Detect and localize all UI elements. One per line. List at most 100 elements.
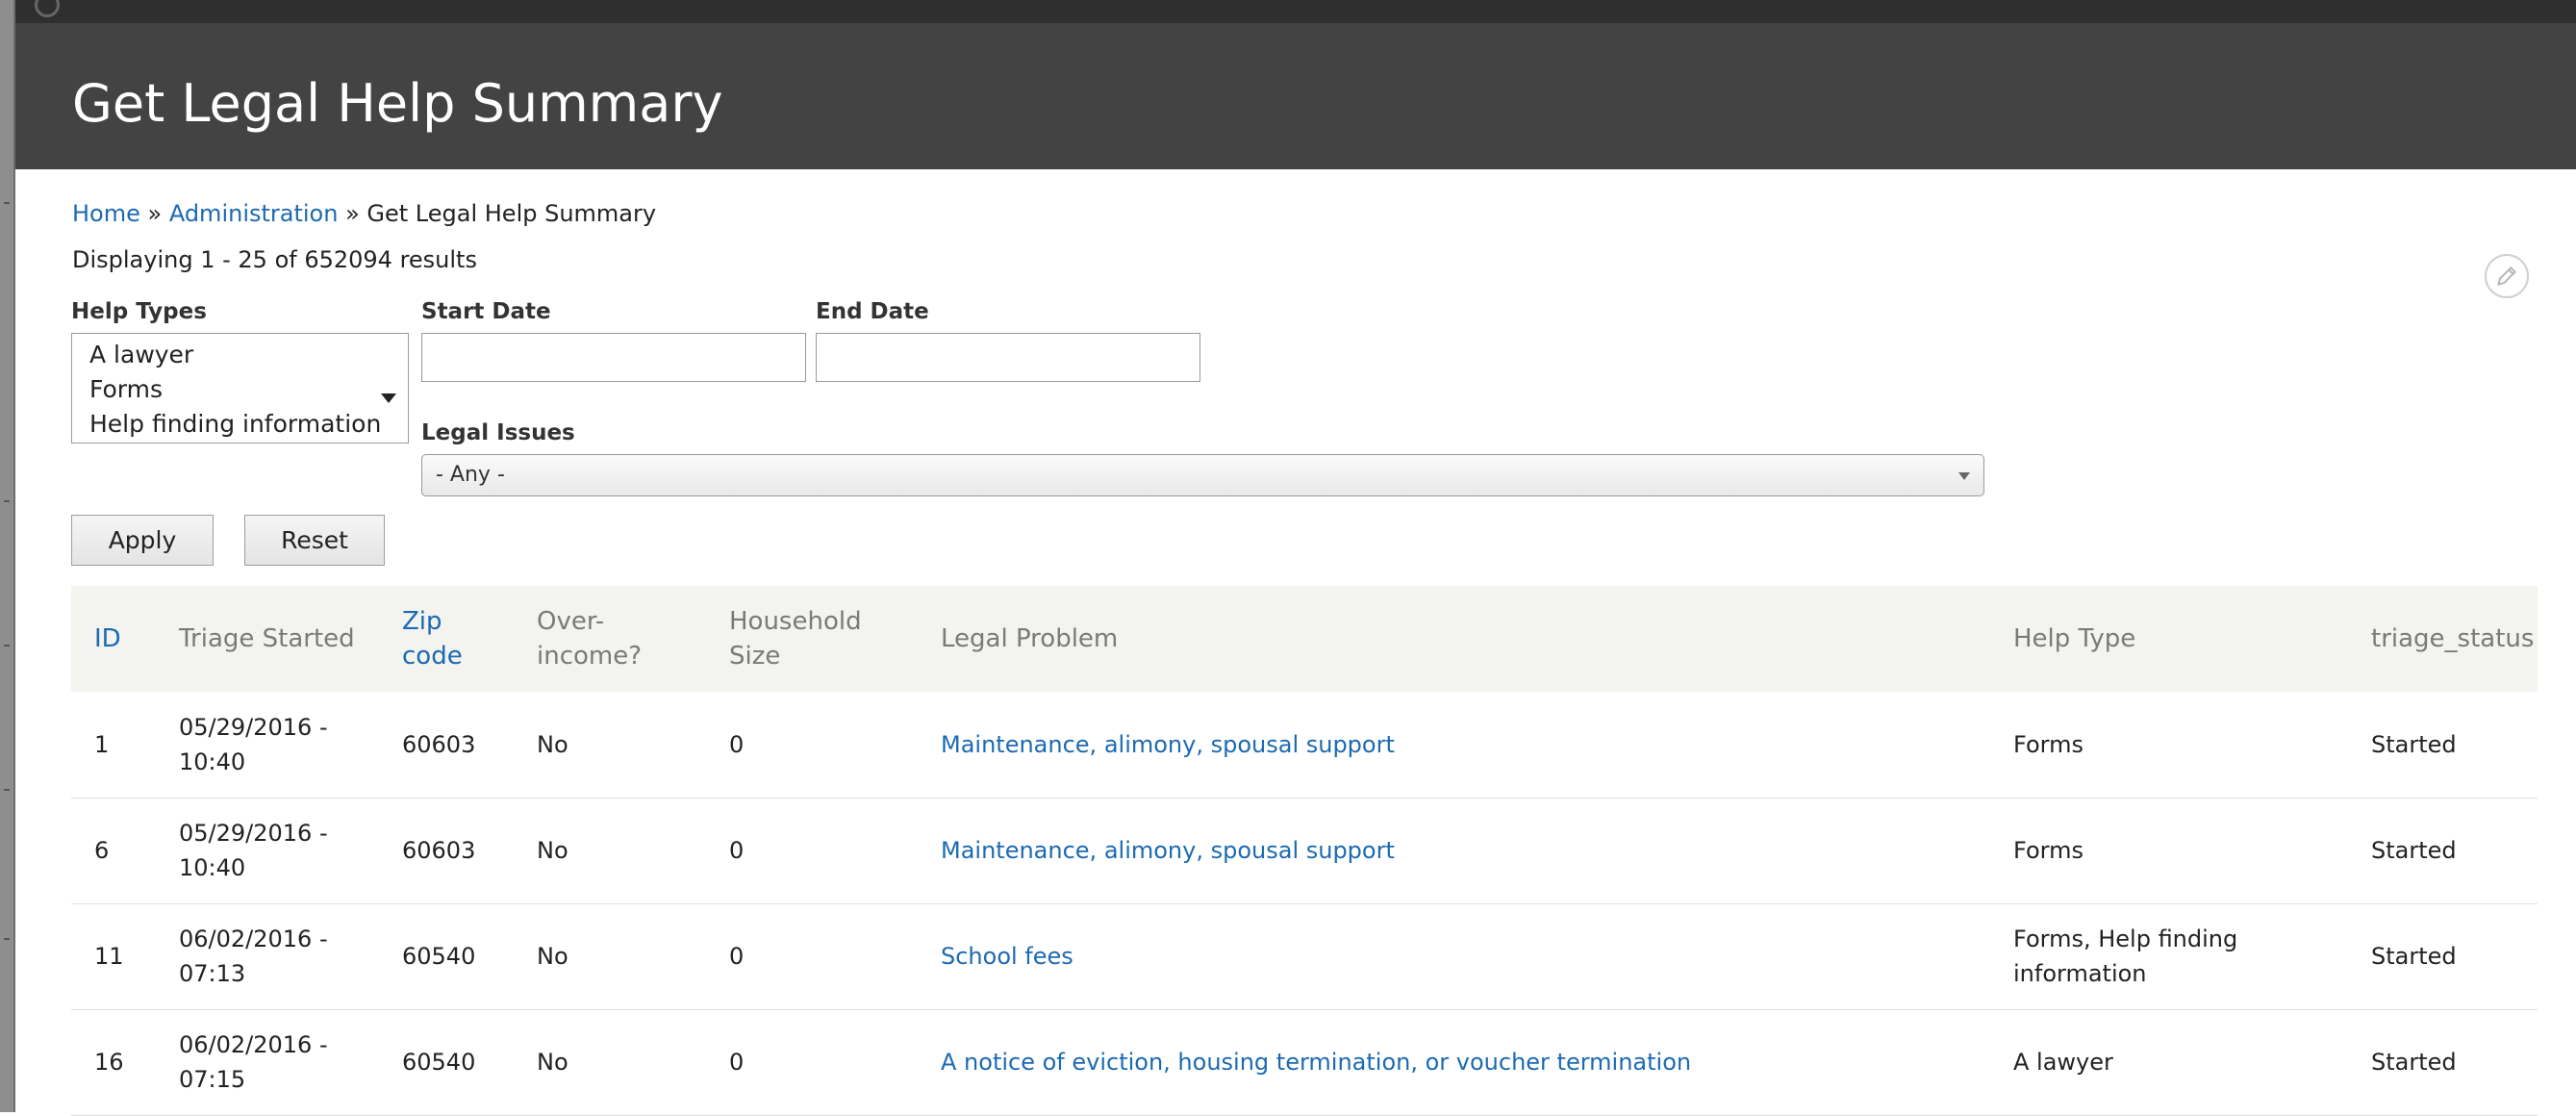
- cell-zip: 60603: [379, 798, 514, 904]
- cell-zip: 60540: [379, 903, 514, 1010]
- column-header-legal-problem: Legal Problem: [918, 586, 1990, 692]
- cell-household-size: 0: [706, 692, 918, 799]
- help-type-option[interactable]: A lawyer: [89, 338, 408, 372]
- chevron-down-icon: [1958, 472, 1970, 480]
- column-header-zip-code[interactable]: Zip code: [379, 586, 514, 692]
- cell-id: 16: [71, 1009, 156, 1116]
- help-type-option[interactable]: Help finding information: [89, 407, 408, 442]
- cell-id: 6: [71, 798, 156, 904]
- ruler-tick: [4, 938, 10, 940]
- help-types-select[interactable]: A lawyer Forms Help finding information: [71, 333, 409, 444]
- header-label: Over-: [537, 607, 605, 636]
- apply-button[interactable]: Apply: [71, 515, 214, 566]
- page-header: Get Legal Help Summary: [15, 23, 2576, 169]
- page-title: Get Legal Help Summary: [72, 73, 723, 134]
- column-header-help-type: Help Type: [1990, 586, 2348, 692]
- start-date-label: Start Date: [421, 299, 551, 324]
- cell-household-size: 0: [706, 1009, 918, 1116]
- column-header-over-income: Over-income?: [514, 586, 706, 692]
- header-label: income?: [537, 642, 643, 671]
- cell-legal-problem: Maintenance, alimony, spousal support: [918, 798, 1990, 904]
- end-date-input[interactable]: [816, 333, 1200, 382]
- column-header-triage-started: Triage Started: [156, 586, 379, 692]
- header-label: Help Type: [2013, 624, 2136, 653]
- legal-problem-link[interactable]: A notice of eviction, housing terminatio…: [941, 1049, 1691, 1076]
- cell-time: 07:15: [179, 1066, 246, 1093]
- legal-problem-link[interactable]: Maintenance, alimony, spousal support: [941, 837, 1395, 864]
- edit-view-button[interactable]: [2485, 254, 2529, 298]
- result-count: Displaying 1 - 25 of 652094 results: [72, 246, 477, 273]
- breadcrumb-home-link[interactable]: Home: [72, 200, 140, 227]
- cell-date: 05/29/2016 -: [179, 820, 328, 847]
- cell-triage-status: Started: [2348, 903, 2538, 1010]
- ruler-tick: [4, 645, 10, 647]
- cell-date: 06/02/2016 -: [179, 1031, 328, 1058]
- pencil-icon: [2497, 266, 2516, 286]
- header-label: triage_status: [2371, 624, 2535, 653]
- breadcrumb: Home » Administration » Get Legal Help S…: [72, 200, 656, 227]
- cell-triage-status: Started: [2348, 1009, 2538, 1116]
- breadcrumb-separator: »: [139, 200, 169, 227]
- breadcrumb-current: Get Legal Help Summary: [366, 200, 657, 227]
- legal-issues-select[interactable]: - Any -: [421, 454, 1984, 496]
- help-type-text: Forms: [2013, 730, 2084, 758]
- legal-issues-label: Legal Issues: [421, 420, 575, 445]
- help-type-text: A lawyer: [2013, 1049, 2113, 1076]
- cell-triage-started: 06/02/2016 - 07:15: [156, 1009, 379, 1116]
- breadcrumb-separator: »: [338, 200, 367, 227]
- toolbar-icon[interactable]: [35, 0, 60, 17]
- column-header-id[interactable]: ID: [71, 586, 156, 692]
- cell-time: 07:13: [179, 960, 246, 987]
- cell-time: 10:40: [179, 854, 246, 881]
- cell-help-type: A lawyer: [1990, 1009, 2348, 1116]
- help-type-text: Forms, Help finding: [2013, 926, 2238, 952]
- cell-zip: 60603: [379, 692, 514, 799]
- start-date-input[interactable]: [421, 333, 806, 382]
- legal-issues-selected: - Any -: [436, 463, 505, 487]
- cell-legal-problem: Maintenance, alimony, spousal support: [918, 692, 1990, 799]
- header-label: Triage Started: [179, 624, 355, 653]
- table-header-row: ID Triage Started Zip code Over-income? H…: [71, 586, 2538, 692]
- cell-legal-problem: School fees: [918, 903, 1990, 1010]
- cell-id: 1: [71, 692, 156, 799]
- header-label: Size: [729, 642, 781, 671]
- cell-household-size: 0: [706, 903, 918, 1010]
- cell-over-income: No: [514, 798, 706, 904]
- cell-help-type: Forms: [1990, 692, 2348, 799]
- end-date-label: End Date: [816, 299, 929, 324]
- legal-problem-link[interactable]: School fees: [941, 943, 1073, 970]
- cell-triage-started: 05/29/2016 - 10:40: [156, 798, 379, 904]
- cell-date: 05/29/2016 -: [179, 713, 328, 741]
- cell-over-income: No: [514, 1009, 706, 1116]
- cell-over-income: No: [514, 903, 706, 1010]
- column-header-household-size: Household Size: [706, 586, 918, 692]
- help-type-option[interactable]: Forms: [89, 372, 408, 407]
- cell-triage-status: Started: [2348, 692, 2538, 799]
- reset-button[interactable]: Reset: [244, 515, 385, 566]
- cell-zip: 60540: [379, 1009, 514, 1116]
- breadcrumb-administration-link[interactable]: Administration: [169, 200, 339, 227]
- help-types-label: Help Types: [71, 299, 207, 324]
- results-table: ID Triage Started Zip code Over-income? H…: [71, 586, 2538, 1116]
- help-type-text: information: [2013, 960, 2147, 987]
- column-header-triage-status: triage_status: [2348, 586, 2538, 692]
- cell-id: 11: [71, 903, 156, 1010]
- legal-problem-link[interactable]: Maintenance, alimony, spousal support: [941, 731, 1395, 758]
- table-row: 1 05/29/2016 - 10:40 60603 No 0 Maintenan…: [71, 692, 2538, 799]
- header-label: ID: [94, 624, 121, 653]
- dropdown-arrow-icon: [381, 393, 396, 403]
- cell-over-income: No: [514, 692, 706, 799]
- cell-triage-started: 05/29/2016 - 10:40: [156, 692, 379, 799]
- window-edge: [0, 0, 15, 1112]
- cell-legal-problem: A notice of eviction, housing terminatio…: [918, 1009, 1990, 1116]
- help-type-text: Forms: [2013, 837, 2084, 864]
- header-label: code: [402, 642, 463, 671]
- ruler-tick: [4, 789, 10, 791]
- cell-triage-started: 06/02/2016 - 07:13: [156, 903, 379, 1010]
- cell-time: 10:40: [179, 748, 246, 775]
- header-label: Legal Problem: [941, 624, 1119, 653]
- cell-household-size: 0: [706, 798, 918, 904]
- ruler-tick: [4, 500, 10, 502]
- cell-date: 06/02/2016 -: [179, 926, 328, 952]
- cell-help-type: Forms, Help finding information: [1990, 903, 2348, 1010]
